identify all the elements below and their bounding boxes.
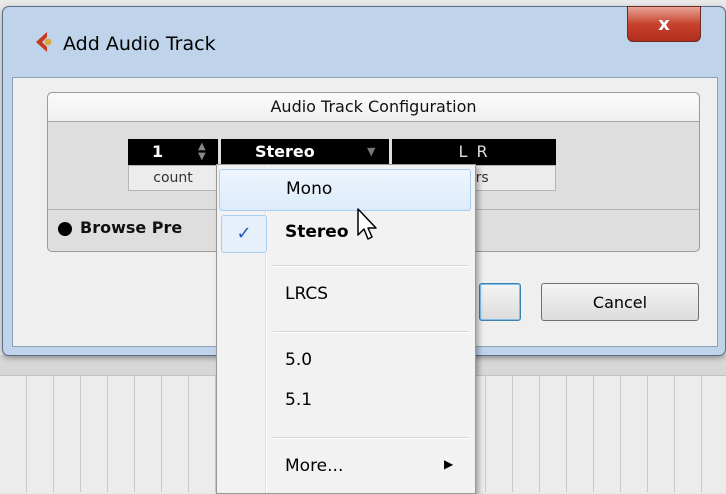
title-bar: Add Audio Track x <box>3 6 725 77</box>
count-value: 1 <box>152 142 164 161</box>
menu-item-label: Stereo <box>285 222 349 242</box>
menu-item-stereo[interactable]: ✓ Stereo <box>219 213 471 253</box>
configuration-dropdown-menu: Mono ✓ Stereo LRCS 5.0 5.1 More... ▶ <box>216 164 476 494</box>
submenu-arrow-icon: ▶ <box>444 457 454 471</box>
close-button[interactable]: x <box>627 6 701 42</box>
ok-button[interactable] <box>479 283 521 321</box>
browse-presets-toggle-icon[interactable] <box>58 222 72 236</box>
menu-item-5-0[interactable]: 5.0 <box>219 341 471 381</box>
menu-item-more[interactable]: More... ▶ <box>219 447 471 487</box>
cancel-button[interactable]: Cancel <box>541 283 699 321</box>
browse-presets-label: Browse Pre <box>80 218 183 237</box>
menu-item-label: 5.1 <box>285 390 313 410</box>
close-icon: x <box>658 13 670 35</box>
spinner-arrows-icon[interactable]: ▲ ▼ <box>198 142 206 162</box>
menu-separator <box>273 265 469 267</box>
menu-item-5-1[interactable]: 5.1 <box>219 381 471 421</box>
count-label: count <box>128 165 218 191</box>
menu-item-label: Mono <box>286 179 333 199</box>
configuration-header: Audio Track Configuration <box>48 93 699 122</box>
menu-item-label: More... <box>285 456 344 476</box>
configuration-value: Stereo <box>255 142 315 161</box>
menu-item-lrcs[interactable]: LRCS <box>219 275 471 315</box>
mouse-pointer-icon <box>357 208 377 240</box>
menu-separator <box>273 437 469 439</box>
checkmark-icon: ✓ <box>221 215 267 253</box>
cubase-icon <box>36 32 52 52</box>
window-title: Add Audio Track <box>63 33 216 55</box>
menu-separator <box>273 331 469 333</box>
speakers-field[interactable]: L R <box>392 139 556 165</box>
menu-item-mono[interactable]: Mono <box>219 169 471 211</box>
count-field[interactable]: 1 ▲ ▼ <box>128 139 218 165</box>
dropdown-arrow-icon: ▼ <box>367 145 376 158</box>
configuration-dropdown[interactable]: Stereo ▼ <box>221 139 389 165</box>
menu-item-label: 5.0 <box>285 350 313 370</box>
menu-item-label: LRCS <box>285 284 329 304</box>
